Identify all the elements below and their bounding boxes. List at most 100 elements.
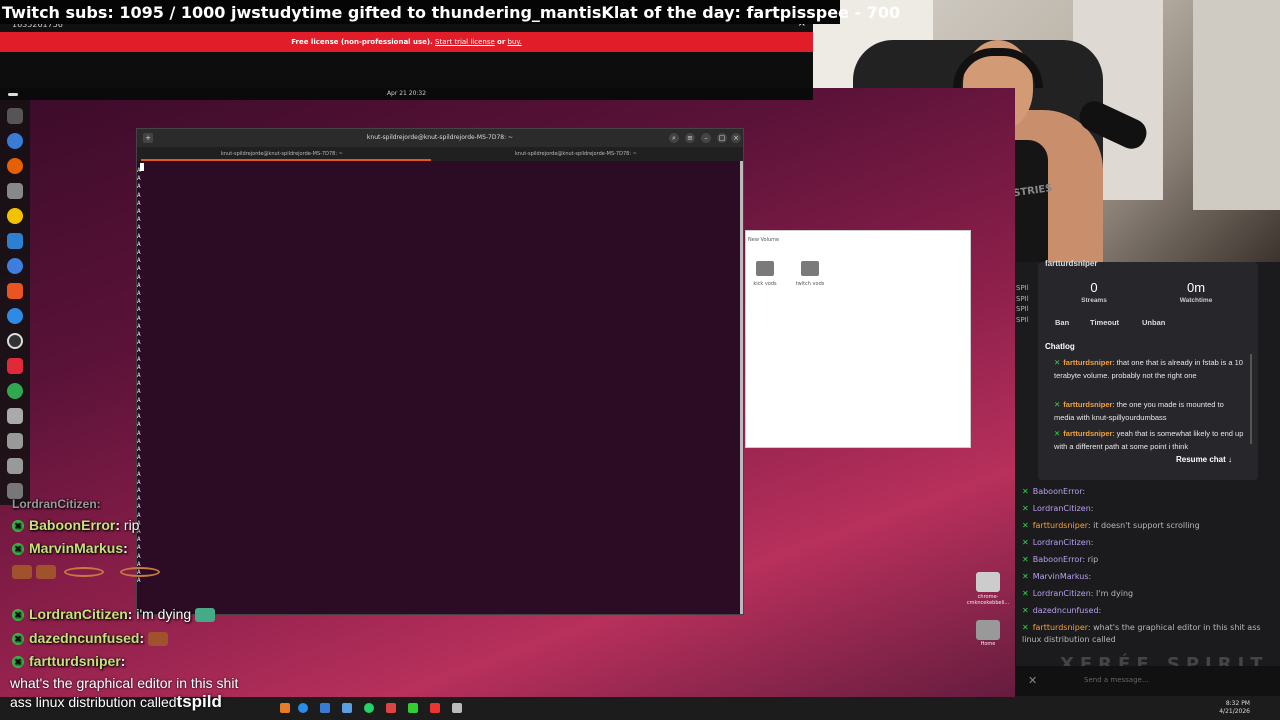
folder-icon[interactable] <box>756 261 774 276</box>
buy-link[interactable]: buy. <box>508 38 522 46</box>
search-icon[interactable]: ⌕ <box>669 133 679 143</box>
close-icon[interactable]: × <box>731 133 741 143</box>
new-tab-icon[interactable]: + <box>143 133 153 143</box>
chat-user[interactable]: fartturdsniper <box>1063 358 1112 367</box>
taskbar-app-icon[interactable] <box>408 703 418 713</box>
taskbar-app-icon[interactable] <box>342 703 352 713</box>
taskbar-edge-icon[interactable] <box>298 703 308 713</box>
dock-anydesk-icon[interactable] <box>7 358 23 374</box>
folder-icon[interactable] <box>801 261 819 276</box>
overlay-chat-line: ✕ BaboonError: rip <box>12 517 139 533</box>
taskbar-app-icon[interactable] <box>452 703 462 713</box>
dock-firefox-icon[interactable] <box>7 158 23 174</box>
chat-user[interactable]: dazedncunfused <box>1033 606 1099 615</box>
license-text: Free license (non-professional use). <box>291 38 433 46</box>
taskbar-app-icon[interactable] <box>320 703 330 713</box>
chatlog-title: Chatlog <box>1045 342 1075 351</box>
dock-rhythmbox-icon[interactable] <box>7 208 23 224</box>
chat-user[interactable]: LordranCitizen <box>1033 589 1091 598</box>
taskbar-app-icon[interactable] <box>386 703 396 713</box>
chat-user[interactable]: MarvinMarkus <box>1033 572 1089 581</box>
dock-files-icon[interactable] <box>7 183 23 199</box>
dock-help-icon[interactable] <box>7 308 23 324</box>
ubuntu-desktop: Apr 21 20:32 knut-spildrejorde@knut-spil… <box>0 88 1015 720</box>
minimize-icon[interactable]: – <box>701 133 711 143</box>
menu-icon[interactable]: ≡ <box>685 133 695 143</box>
ban-button[interactable]: Ban <box>1055 318 1069 327</box>
chat-prefix: SPIl <box>1016 294 1029 303</box>
dock-browser-icon[interactable] <box>7 133 23 149</box>
chat-user[interactable]: fartturdsniper <box>1063 429 1112 438</box>
overlay-chat-line: ✕ MarvinMarkus: <box>12 540 128 556</box>
overlay-partial-line: LordranCitizen: <box>12 497 101 511</box>
chat-badge-icon: ✕ <box>12 609 24 621</box>
activities-icon[interactable] <box>8 93 18 96</box>
files-path: New Volume <box>748 237 780 243</box>
resume-chat-button[interactable]: Resume chat ↓ <box>1176 455 1232 464</box>
taskbar-whatsapp-icon[interactable] <box>364 703 374 713</box>
terminal-tab-2[interactable]: knut-spildrejorde@knut-spildrejorde-MS-7… <box>515 151 637 157</box>
chat-user[interactable]: BaboonError <box>1033 555 1083 564</box>
stat-label: Watchtime <box>1179 297 1213 304</box>
emote-ring-icon <box>63 567 104 578</box>
dock-drive-icon[interactable] <box>7 408 23 424</box>
chat-user[interactable]: fartturdsniper <box>1033 521 1088 530</box>
dock-writer-icon[interactable] <box>7 233 23 249</box>
tray-clock[interactable]: 8:32 PM 4/21/2026 <box>1219 700 1250 716</box>
overlay-chat-line: ✕ fartturdsniper: <box>12 653 125 669</box>
folder-label[interactable]: twitch vods <box>790 281 830 287</box>
side-chat-line: ✕ LordranCitizen: <box>1022 504 1094 513</box>
home-folder-icon[interactable] <box>976 620 1000 640</box>
terminal-title: knut-spildrejorde@knut-spildrejorde-MS-7… <box>366 134 514 141</box>
send-message-input[interactable]: Send a message... <box>1084 676 1149 684</box>
dock-obs-icon[interactable] <box>7 333 23 349</box>
side-chat-line: ✕ BaboonError: rip <box>1022 555 1099 564</box>
stream-alert: Twitch subs: 1095 / 1000 jwstudytime gif… <box>0 0 900 24</box>
terminal-scrollbar[interactable] <box>740 161 743 614</box>
dock-drive3-icon[interactable] <box>7 458 23 474</box>
side-chat-line: ✕ LordranCitizen: I'm dying <box>1022 589 1134 598</box>
stream-screen: GASP INDUSTRIES Apr 21 20:32 <box>0 0 1280 720</box>
trial-link[interactable]: Start trial license <box>435 38 495 46</box>
chrome-app-icon[interactable] <box>976 572 1000 592</box>
desktop-icon-label[interactable]: chrome-cmkncekebbeli... <box>965 594 1011 606</box>
topbar-clock[interactable]: Apr 21 20:32 <box>387 90 426 97</box>
timeout-button[interactable]: Timeout <box>1090 318 1119 327</box>
stat-value: 0 <box>1090 280 1098 295</box>
user-mod-card[interactable]: fartturdsniper 0 Streams 0m Watchtime Ba… <box>1038 259 1258 480</box>
dock-chrome-icon[interactable] <box>7 383 23 399</box>
chat-badge-icon: ✕ <box>12 520 24 532</box>
terminal-window[interactable]: knut-spildrejorde@knut-spildrejorde-MS-7… <box>136 128 744 615</box>
dock-terminal-icon[interactable] <box>7 108 23 124</box>
chat-user[interactable]: LordranCitizen <box>1033 504 1091 513</box>
tray-time: 8:32 PM <box>1225 700 1250 707</box>
taskbar-app-icon[interactable] <box>280 703 290 713</box>
terminal-tab-1[interactable]: knut-spildrejorde@knut-spildrejorde-MS-7… <box>221 151 343 157</box>
viewer-toolbar <box>0 52 813 88</box>
overlay-chat-line: ✕ LordranCitizen: i'm dying <box>12 606 216 623</box>
terminal-body[interactable]: A A A A A A A A A A A A A A A A A A A A … <box>137 161 743 614</box>
taskbar-anydesk-icon[interactable] <box>430 703 440 713</box>
chat-badge-icon: ✕ <box>12 656 24 668</box>
terminal-titlebar[interactable]: knut-spildrejorde@knut-spildrejorde-MS-7… <box>137 129 743 147</box>
desktop-icon-label[interactable]: Home <box>965 641 1011 647</box>
chat-user: fartturdsniper <box>29 653 121 669</box>
settings-icon[interactable]: ✕ <box>1028 674 1037 687</box>
side-chat-line: ✕ fartturdsniper: it doesn't support scro… <box>1022 521 1200 530</box>
chat-user[interactable]: BaboonError <box>1033 487 1083 496</box>
maximize-icon[interactable]: □ <box>717 133 727 143</box>
chat-user[interactable]: fartturdsniper <box>1063 400 1112 409</box>
chatlog-scrollbar[interactable] <box>1250 354 1252 444</box>
dock-thunderbird-icon[interactable] <box>7 258 23 274</box>
stat-value: 0m <box>1186 280 1206 295</box>
dock-drive2-icon[interactable] <box>7 433 23 449</box>
dock-software-icon[interactable] <box>7 283 23 299</box>
files-window[interactable]: New Volume kick vods twitch vods <box>745 230 971 448</box>
stat-label: Streams <box>1081 297 1107 304</box>
chat-badge-icon: ✕ <box>12 633 24 645</box>
folder-label[interactable]: kick vods <box>745 281 785 287</box>
unban-button[interactable]: Unban <box>1142 318 1165 327</box>
chat-user[interactable]: fartturdsniper <box>1033 623 1088 632</box>
chat-text: i'm dying <box>136 606 192 622</box>
chat-user[interactable]: LordranCitizen <box>1033 538 1091 547</box>
